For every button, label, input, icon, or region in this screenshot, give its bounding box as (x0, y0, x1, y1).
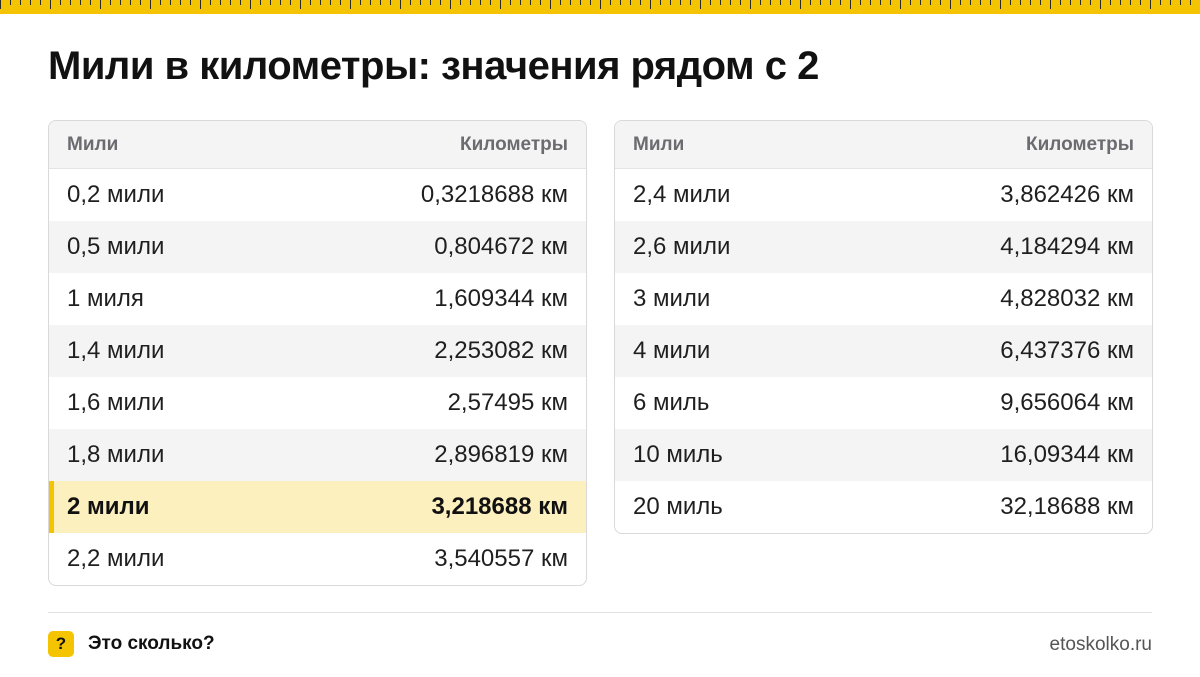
km-cell: 32,18688 км (1000, 493, 1134, 520)
km-cell: 2,57495 км (447, 389, 568, 416)
km-cell: 6,437376 км (1000, 337, 1134, 364)
miles-cell: 0,2 мили (67, 181, 165, 208)
column-header-miles: Мили (633, 133, 685, 155)
conversion-table-right: Мили Километры 2,4 мили 3,862426 км 2,6 … (614, 120, 1153, 534)
ruler-strip (0, 0, 1200, 14)
table-row: 2,4 мили 3,862426 км (615, 169, 1152, 221)
table-row: 2,6 мили 4,184294 км (615, 221, 1152, 273)
miles-cell: 4 мили (633, 337, 711, 364)
miles-cell: 1,4 мили (67, 337, 165, 364)
km-cell: 16,09344 км (1000, 441, 1134, 468)
km-cell: 2,896819 км (434, 441, 568, 468)
brand-logo[interactable]: ? Это сколько? (48, 631, 215, 657)
brand-name: Это сколько? (88, 633, 215, 654)
column-header-km: Километры (1026, 133, 1134, 155)
miles-cell: 1,6 мили (67, 389, 165, 416)
miles-cell: 1,8 мили (67, 441, 165, 468)
table-row-highlighted: 2 мили 3,218688 км (49, 481, 586, 533)
table-header: Мили Километры (615, 121, 1152, 169)
miles-cell: 2 мили (67, 493, 150, 520)
km-cell: 4,184294 км (1000, 233, 1134, 260)
table-row: 0,2 мили 0,3218688 км (49, 169, 586, 221)
miles-cell: 6 миль (633, 389, 710, 416)
table-row: 20 миль 32,18688 км (615, 481, 1152, 533)
table-row: 1 миля 1,609344 км (49, 273, 586, 325)
table-row: 3 мили 4,828032 км (615, 273, 1152, 325)
km-cell: 3,218688 км (431, 493, 568, 520)
km-cell: 1,609344 км (434, 285, 568, 312)
miles-cell: 20 миль (633, 493, 723, 520)
miles-cell: 10 миль (633, 441, 723, 468)
km-cell: 0,804672 км (434, 233, 568, 260)
site-link[interactable]: etoskolko.ru (1050, 634, 1152, 656)
conversion-table-left: Мили Километры 0,2 мили 0,3218688 км 0,5… (48, 120, 587, 586)
km-cell: 0,3218688 км (420, 181, 568, 208)
miles-cell: 0,5 мили (67, 233, 165, 260)
miles-cell: 2,6 мили (633, 233, 731, 260)
miles-cell: 3 мили (633, 285, 711, 312)
question-mark-icon: ? (48, 631, 74, 657)
column-header-km: Километры (460, 133, 568, 155)
km-cell: 2,253082 км (434, 337, 568, 364)
page-title: Мили в километры: значения рядом с 2 (48, 44, 819, 88)
km-cell: 4,828032 км (1000, 285, 1134, 312)
table-row: 1,8 мили 2,896819 км (49, 429, 586, 481)
table-row: 10 миль 16,09344 км (615, 429, 1152, 481)
footer-divider (48, 612, 1152, 613)
table-row: 0,5 мили 0,804672 км (49, 221, 586, 273)
miles-cell: 2,4 мили (633, 181, 731, 208)
km-cell: 3,540557 км (434, 545, 568, 572)
table-row: 1,6 мили 2,57495 км (49, 377, 586, 429)
km-cell: 9,656064 км (1000, 389, 1134, 416)
miles-cell: 2,2 мили (67, 545, 165, 572)
miles-cell: 1 миля (67, 285, 144, 312)
table-row: 6 миль 9,656064 км (615, 377, 1152, 429)
table-row: 4 мили 6,437376 км (615, 325, 1152, 377)
km-cell: 3,862426 км (1000, 181, 1134, 208)
table-row: 2,2 мили 3,540557 км (49, 533, 586, 585)
column-header-miles: Мили (67, 133, 119, 155)
table-header: Мили Километры (49, 121, 586, 169)
table-row: 1,4 мили 2,253082 км (49, 325, 586, 377)
